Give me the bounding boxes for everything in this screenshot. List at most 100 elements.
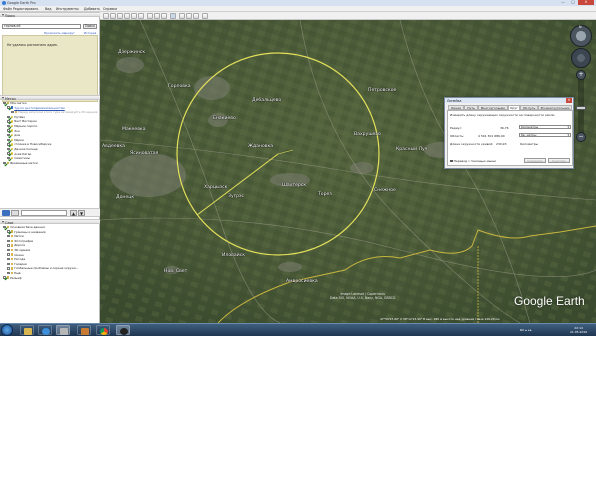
tree-item[interactable]: Зон xyxy=(7,129,20,133)
checkbox[interactable] xyxy=(11,110,14,114)
checkbox[interactable] xyxy=(7,230,10,233)
tree-item[interactable]: Погода xyxy=(7,257,25,261)
layers-panel-header[interactable]: Слои xyxy=(0,219,100,225)
menu-help[interactable]: Справка xyxy=(103,7,117,11)
tree-item[interactable]: стоянка в Новосибирске xyxy=(7,142,51,146)
menu-view[interactable]: Вид xyxy=(45,7,51,11)
radius-unit-select[interactable]: Километры ▾ xyxy=(519,125,571,129)
taskbar-chrome[interactable] xyxy=(96,325,110,335)
start-button[interactable] xyxy=(1,324,13,336)
tree-item[interactable]: Симитины xyxy=(7,156,30,160)
checkbox[interactable] xyxy=(3,161,6,165)
tree-item[interactable]: Временные метки xyxy=(3,161,38,165)
checkbox[interactable] xyxy=(7,129,10,132)
sunlight-icon[interactable] xyxy=(154,13,160,19)
checkbox[interactable] xyxy=(7,143,10,146)
tree-item[interactable]: Рельеф xyxy=(3,276,22,280)
taskbar-app[interactable] xyxy=(77,325,91,335)
mouse-nav-checkbox[interactable]: Перевод с помощью мыши xyxy=(450,159,496,163)
tree-item[interactable]: Марка xyxy=(7,138,24,142)
minimize-button[interactable]: — xyxy=(558,0,568,5)
checkbox[interactable] xyxy=(7,156,10,160)
tree-item[interactable]: Основная база данных xyxy=(3,225,45,229)
area-unit-select[interactable]: Кв. метры ▾ xyxy=(519,133,571,137)
view-in-maps-icon[interactable] xyxy=(202,13,208,19)
search-button[interactable]: Поиск xyxy=(83,24,97,29)
taskbar-google-earth[interactable] xyxy=(116,325,130,335)
move-up-icon[interactable]: ▲ xyxy=(70,210,77,216)
menu-edit[interactable]: Редактировать xyxy=(13,7,38,11)
checkbox[interactable] xyxy=(7,271,10,275)
checkbox[interactable] xyxy=(7,248,10,252)
checkbox[interactable] xyxy=(7,120,10,123)
move-down-icon[interactable]: ▼ xyxy=(78,210,85,216)
system-tray[interactable]: RU ▴ ◂ ▸ xyxy=(520,328,532,332)
checkbox[interactable] xyxy=(3,101,6,105)
places-panel-header[interactable]: Метки xyxy=(0,95,100,101)
record-tour-icon[interactable] xyxy=(138,13,144,19)
search-panel-header[interactable]: Поиск xyxy=(0,12,100,18)
zoom-slider-thumb[interactable] xyxy=(576,106,586,110)
ruler-close-button[interactable]: ✕ xyxy=(566,98,572,103)
ruler-icon[interactable] xyxy=(170,13,176,19)
tree-item[interactable]: Фотографии xyxy=(7,239,33,243)
tree-item[interactable]: дом xyxy=(7,133,20,137)
checkbox[interactable] xyxy=(7,267,10,270)
email-icon[interactable] xyxy=(179,13,185,19)
save-image-icon[interactable] xyxy=(193,13,199,19)
menu-add[interactable]: Добавить xyxy=(84,7,100,11)
tree-item[interactable]: Бахт Вистерин xyxy=(7,119,37,123)
clear-button[interactable]: Очистить xyxy=(548,158,570,163)
tree-item[interactable]: 3D-здания xyxy=(7,248,30,252)
taskbar-explorer[interactable] xyxy=(20,325,34,335)
checkbox[interactable] xyxy=(7,106,10,109)
places-filter-input[interactable] xyxy=(21,210,67,216)
checkbox[interactable] xyxy=(7,239,10,243)
pan-control-icon[interactable] xyxy=(571,48,591,68)
tree-item[interactable]: Азия Катар xyxy=(7,152,31,156)
checkbox[interactable] xyxy=(7,262,10,266)
menu-file[interactable]: Файл xyxy=(3,7,12,11)
checkbox[interactable] xyxy=(7,253,10,256)
add-path-icon[interactable] xyxy=(124,13,130,19)
checkbox[interactable] xyxy=(7,152,10,155)
clock[interactable]: 22:14 21.05.2016 xyxy=(570,326,587,334)
tree-item[interactable]: Путёво xyxy=(7,115,25,119)
tree-item[interactable]: Границы и названия xyxy=(7,230,45,234)
zoom-out-icon[interactable]: − xyxy=(576,132,586,142)
checkbox[interactable] xyxy=(7,244,10,247)
taskbar-media[interactable] xyxy=(56,325,70,335)
hide-sidebar-icon[interactable] xyxy=(103,13,109,19)
zoom-in-icon[interactable]: + xyxy=(576,70,586,80)
tree-item[interactable]: Океан xyxy=(7,253,24,257)
tree-item[interactable]: Глобальные проблемы и охрана окружа... xyxy=(7,266,78,270)
save-button[interactable]: Сохранить xyxy=(524,158,546,163)
taskbar-ie[interactable] xyxy=(38,325,52,335)
ruler-titlebar[interactable]: Линейка ✕ xyxy=(445,98,573,103)
menu-tools[interactable]: Инструменты xyxy=(56,7,79,11)
tree-item[interactable]: Мои метки xyxy=(3,101,27,105)
add-polygon-icon[interactable] xyxy=(117,13,123,19)
tree-item[interactable]: Дачное Солнце xyxy=(7,147,38,151)
checkbox[interactable] xyxy=(3,225,6,229)
checkbox[interactable] xyxy=(7,115,10,119)
checkbox[interactable] xyxy=(7,234,10,238)
maximize-button[interactable]: □ xyxy=(568,0,578,5)
checkbox[interactable] xyxy=(7,133,10,137)
search-places-icon[interactable] xyxy=(2,210,10,216)
checkbox[interactable] xyxy=(7,138,10,142)
checkbox[interactable] xyxy=(7,147,10,151)
add-overlay-icon[interactable] xyxy=(131,13,137,19)
search-input[interactable]: горлов.кб xyxy=(2,24,81,29)
tree-item[interactable]: Дороги xyxy=(7,243,25,247)
print-icon[interactable] xyxy=(186,13,192,19)
list-view-icon[interactable] xyxy=(11,210,19,216)
checkbox[interactable] xyxy=(7,124,10,128)
tree-item[interactable]: Галерея xyxy=(7,262,27,266)
tree-item[interactable]: Марьин пороги xyxy=(7,124,37,128)
checkbox[interactable] xyxy=(3,276,6,279)
tree-item[interactable]: Ещё xyxy=(7,271,21,275)
tree-item[interactable]: Перед запуском этого тура активируйте 3D… xyxy=(11,110,97,114)
map-view[interactable]: Дзержинск Горловка Дебальцево Петровское… xyxy=(100,20,596,323)
planets-icon[interactable] xyxy=(161,13,167,19)
